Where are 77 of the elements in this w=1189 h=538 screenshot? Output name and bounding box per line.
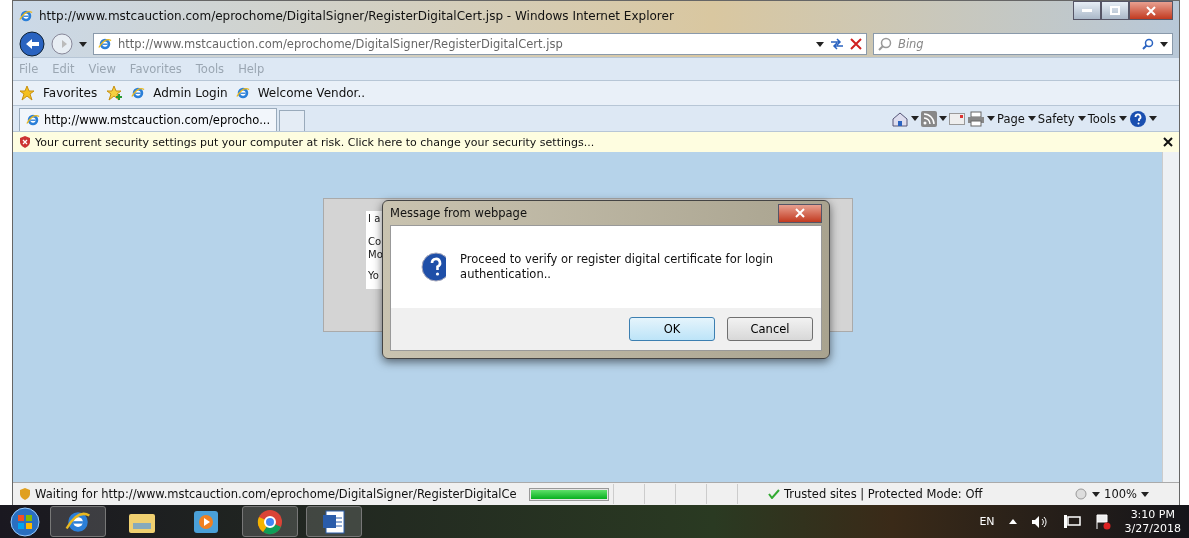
caret-icon (1092, 491, 1101, 497)
caret-icon (911, 116, 919, 121)
scroll-bar[interactable] (1162, 152, 1179, 482)
help-icon[interactable] (1129, 109, 1147, 128)
favorite-link[interactable]: Admin Login (153, 86, 228, 100)
zoom-level[interactable]: 100% (1104, 487, 1137, 501)
taskbar-app[interactable] (50, 506, 106, 537)
close-button[interactable] (1129, 1, 1173, 20)
star-icon[interactable] (19, 85, 35, 101)
maximize-icon (1110, 6, 1120, 15)
window-title: http://www.mstcauction.com/eprochome/DigitalSigner/RegisterDigitalCert.jsp - Windows Internet Explorer (39, 9, 675, 23)
close-icon (795, 208, 805, 218)
check-icon (768, 489, 780, 499)
dialog-title: Message from webpage (390, 206, 527, 220)
shield-icon (19, 488, 31, 500)
cancel-button[interactable]: Cancel (727, 317, 813, 341)
favorites-link[interactable]: Favorites (43, 86, 98, 100)
caret-icon (1077, 116, 1086, 121)
caret-icon (1027, 116, 1036, 121)
command-menu[interactable]: Tools (1087, 111, 1127, 126)
caret-icon (987, 116, 995, 121)
shield-icon (19, 136, 31, 148)
command-menu[interactable]: Page (997, 111, 1036, 126)
browser-icon (257, 508, 283, 535)
page-text: Mo (368, 249, 384, 260)
stop-icon[interactable] (850, 38, 862, 50)
forward-button[interactable] (51, 33, 73, 55)
browser-icon (98, 37, 112, 51)
clock[interactable]: 3:10 PM 3/27/2018 (1124, 507, 1181, 536)
command-menu[interactable]: Safety (1037, 111, 1086, 126)
favorite-link[interactable]: Welcome Vendor.. (257, 86, 366, 100)
language-indicator[interactable]: EN (979, 515, 995, 528)
question-icon (421, 252, 447, 282)
status-text: Waiting for http://www.mstcauction.com/eprochome/DigitalSigner/RegisterDigitalCe (35, 487, 518, 501)
browser-icon (19, 9, 33, 23)
close-icon (1146, 5, 1156, 16)
maximize-button[interactable] (1101, 1, 1129, 20)
browser-icon (131, 86, 146, 100)
minimize-button[interactable] (1073, 1, 1101, 20)
caret-icon (1119, 116, 1127, 121)
search-field[interactable]: Bing (873, 33, 1173, 55)
home-icon[interactable] (891, 110, 909, 127)
flag-icon[interactable] (1094, 513, 1111, 530)
dialog-message: Proceed to verify or register digital certificate for login authentication.. (460, 252, 775, 282)
zone-status[interactable]: Trusted sites | Protected Mode: Off (768, 487, 983, 501)
speaker-icon[interactable] (1030, 514, 1049, 529)
caret-icon (816, 41, 824, 47)
caret-icon (1149, 116, 1157, 121)
mail-icon[interactable] (949, 112, 965, 125)
start-button[interactable] (8, 506, 42, 537)
printer-icon[interactable] (967, 110, 985, 127)
history-caret-icon (79, 41, 87, 47)
minimize-icon (1082, 9, 1092, 12)
document-icon (322, 509, 346, 534)
feed-icon[interactable] (921, 110, 937, 127)
back-button[interactable] (19, 31, 45, 57)
network-icon[interactable] (1062, 514, 1081, 529)
browser-icon (235, 86, 250, 100)
taskbar-app[interactable] (306, 506, 362, 537)
refresh-icon[interactable] (830, 38, 844, 50)
search-icon (878, 37, 892, 51)
caret-icon (1141, 491, 1149, 497)
play-icon (194, 510, 218, 533)
caret-icon[interactable] (1008, 519, 1017, 524)
page-text: Co (368, 236, 383, 247)
address-field[interactable]: http://www.mstcauction.com/eprochome/DigitalSigner/RegisterDigitalCert.jsp (93, 33, 867, 55)
browser-icon (26, 113, 40, 127)
browser-tab[interactable]: http://www.mstcauction.com/eprocho... (19, 108, 278, 131)
taskbar-app[interactable] (242, 506, 298, 537)
search-icon[interactable] (1142, 38, 1154, 50)
close-button[interactable] (778, 203, 822, 223)
caret-icon (1160, 41, 1168, 47)
caret-icon (939, 116, 947, 121)
close-icon[interactable] (1163, 137, 1173, 147)
page-text: Yo (368, 270, 380, 281)
ok-button[interactable]: OK (629, 317, 715, 341)
add-favorite-icon[interactable] (105, 85, 124, 101)
